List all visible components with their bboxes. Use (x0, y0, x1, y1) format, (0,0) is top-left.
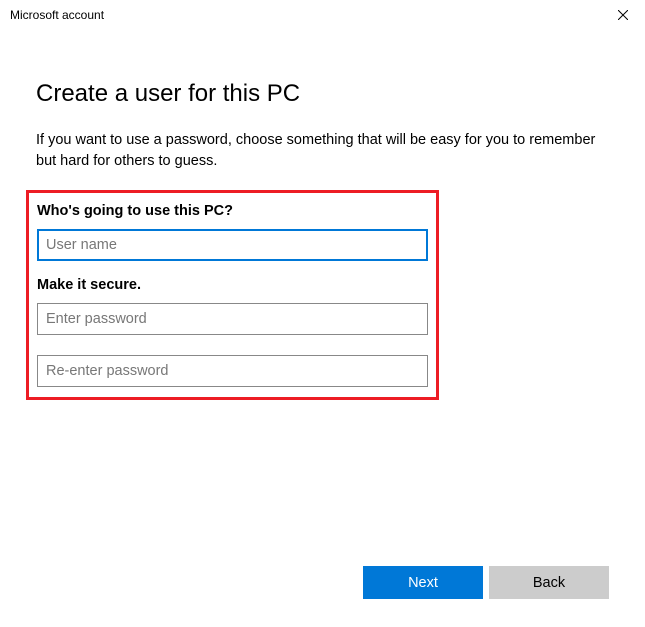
page-title: Create a user for this PC (36, 80, 609, 108)
form-highlight-box: Who's going to use this PC? Make it secu… (26, 190, 439, 400)
titlebar: Microsoft account (0, 0, 645, 30)
close-button[interactable] (601, 0, 645, 30)
password-input[interactable] (37, 303, 428, 335)
footer-buttons: Next Back (363, 566, 609, 599)
window-title: Microsoft account (10, 8, 104, 22)
next-button[interactable]: Next (363, 566, 483, 599)
close-icon (618, 10, 628, 20)
page-subtitle: If you want to use a password, choose so… (36, 130, 609, 172)
content-area: Create a user for this PC If you want to… (0, 30, 645, 400)
password-confirm-input[interactable] (37, 355, 428, 387)
username-input[interactable] (37, 229, 428, 261)
password-section-label: Make it secure. (37, 277, 428, 293)
username-section-label: Who's going to use this PC? (37, 203, 428, 219)
password-input-group (37, 303, 428, 387)
back-button[interactable]: Back (489, 566, 609, 599)
